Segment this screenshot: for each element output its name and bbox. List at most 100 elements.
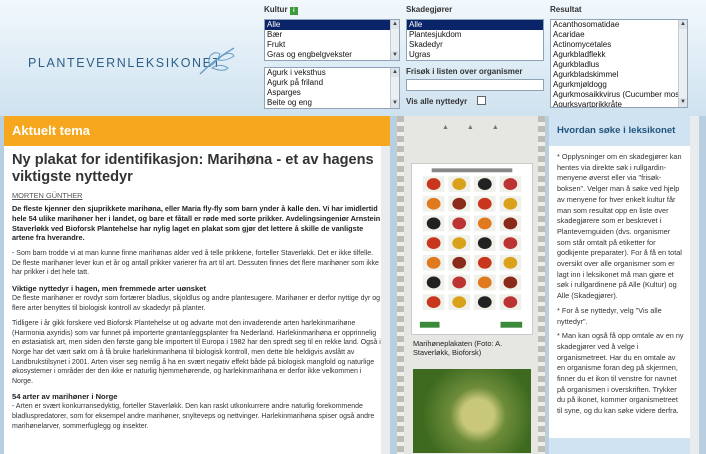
help-paragraph: * Opplysninger om en skadegjører kan hen… [557,152,682,301]
article-paragraph: De fleste marihøner er rovdyr som fortær… [12,294,381,312]
media-strip: ▲▲▲ Marihøneplakaten (Foto: A. Staverløk… [396,116,546,454]
resultat-label: Resultat [550,5,582,14]
search-label: Frisøk i listen over organismer [406,67,523,76]
ladybird-icon [426,217,441,230]
list-item[interactable]: Acaridae [551,30,687,40]
list-item[interactable]: Agurk i veksthus [265,68,399,78]
nyttedyr-label: Vis alle nyttedyr [406,97,468,106]
article-panel: Aktuelt tema Ny plakat for identifikasjo… [4,116,390,454]
ladybird-icon [426,296,441,309]
leaf-logo-icon [199,47,235,75]
list-item[interactable]: Agurkbladskimmel [551,70,687,80]
ladybird-icon [426,197,441,210]
help-footer-bar [549,438,690,454]
list-item[interactable]: Alle [265,20,399,30]
help-title: Hvordan søke i leksikonet [549,116,699,146]
article-author[interactable]: MORTEN GÜNTHER [12,191,382,200]
ladybird-icon [503,256,518,269]
site-header: PLANTEVERNLEKSIKONET Kultur i Alle Bær F… [0,0,706,116]
list-item[interactable]: Agurksvartprikkråte [551,100,687,107]
scrollbar[interactable] [381,146,390,454]
help-text: * Opplysninger om en skadegjører kan hen… [549,146,699,417]
ladybird-poster-image[interactable] [411,163,533,335]
list-item[interactable]: Beite og eng [265,98,399,108]
list-item[interactable]: Agurkbladlus [551,60,687,70]
ladybird-icon [452,178,467,190]
ladybird-photo[interactable] [413,369,531,453]
list-item[interactable]: Agurk på friland [265,78,399,88]
ladybird-icon [503,237,518,249]
list-item[interactable]: Bær [265,30,399,40]
poster-item[interactable]: Marihøneplakaten (Foto: A. Staverløkk, B… [411,163,533,453]
list-item[interactable]: Frukt [265,40,399,50]
scroll-up-arrows-icon[interactable]: ▲▲▲ [442,124,517,131]
kultur-sublist[interactable]: Agurk i veksthus Agurk på friland Asparg… [264,67,400,109]
nyttedyr-checkbox[interactable] [477,96,486,105]
article-paragraph: - Som barn trodde vi at man kunne finne … [12,250,379,277]
ladybird-icon [452,276,467,289]
scrollbar[interactable] [690,116,699,454]
ladybird-icon [477,197,492,210]
list-item[interactable]: Gras og engbelgvekster [265,50,399,60]
ladybird-icon [477,178,492,190]
list-item[interactable]: Asparges [265,88,399,98]
scroll-down-icon[interactable]: ▼ [391,51,399,60]
ladybird-icon [452,296,467,309]
list-item[interactable]: Skadedyr [407,40,543,50]
scrollbar[interactable]: ▲ ▼ [390,20,399,60]
skadegjorer-label: Skadegjører [406,5,453,14]
article-content: Ny plakat for identifikasjon: Marihøna -… [4,146,390,454]
ladybird-icon [426,256,441,269]
ladybird-icon [477,276,492,289]
ladybird-icon [452,256,467,269]
list-item[interactable]: Plantesjukdom [407,30,543,40]
ladybird-icon [477,296,492,309]
film-edge [538,116,545,454]
scrollbar[interactable]: ▲ ▼ [678,20,687,107]
ladybird-icon [503,217,518,230]
ladybird-icon [452,217,467,230]
scroll-down-icon[interactable]: ▼ [391,99,399,108]
section-title: Aktuelt tema [4,116,390,146]
film-edge [397,116,404,454]
list-item[interactable]: Actinomycetales [551,40,687,50]
scroll-down-icon[interactable]: ▼ [679,98,687,107]
list-item[interactable]: Agurkmosaikkvirus (Cucumber mosa [551,90,687,100]
scrollbar[interactable]: ▲ ▼ [390,68,399,108]
list-item[interactable]: Acanthosomatidae [551,20,687,30]
ladybird-icon [426,178,441,190]
info-icon[interactable]: i [289,7,298,15]
ladybird-icon [426,276,441,289]
kultur-list[interactable]: Alle Bær Frukt Gras og engbelgvekster ▲ ▼ [264,19,400,61]
ladybird-icon [503,276,518,289]
scroll-up-icon[interactable]: ▲ [391,20,399,29]
ladybird-icon [503,197,518,210]
ladybird-icon [477,237,492,249]
site-logo[interactable]: PLANTEVERNLEKSIKONET [28,56,222,70]
ladybird-icon [426,237,441,249]
ladybird-icon [452,197,467,210]
kultur-label: Kultur i [264,5,298,15]
help-paragraph: * Man kan også få opp omtale av en ny sk… [557,331,684,416]
scroll-up-icon[interactable]: ▲ [679,20,687,29]
ladybird-icon [477,217,492,230]
help-paragraph: * For å se nyttedyr, velg "Vis alle nytt… [557,305,662,326]
list-item[interactable]: Alle [407,20,543,30]
article-headline[interactable]: Ny plakat for identifikasjon: Marihøna -… [12,152,382,186]
help-panel: Hvordan søke i leksikonet * Opplysninger… [549,116,699,454]
list-item[interactable]: Ugras [407,50,543,60]
article-subheading: Viktige nyttedyr i hagen, men fremmede a… [12,283,206,293]
scroll-up-icon[interactable]: ▲ [391,68,399,77]
ladybird-icon [477,256,492,269]
resultat-list[interactable]: Acanthosomatidae Acaridae Actinomycetale… [550,19,688,108]
ladybird-icon [503,178,518,190]
ladybird-icon [452,237,467,249]
list-item[interactable]: Agurkmjøldogg [551,80,687,90]
list-item[interactable]: Agurkbladflekk [551,50,687,60]
search-input[interactable] [406,79,544,91]
skadegjorer-list[interactable]: Alle Plantesjukdom Skadedyr Ugras [406,19,544,61]
article-paragraph: - Arten er svært konkurransedyktig, fort… [12,403,375,430]
article-subheading: 54 arter av marihøner i Norge [12,392,118,402]
ladybird-icon [503,296,518,309]
article-lead: De fleste kjenner den sjuprikkete marihø… [12,204,381,243]
